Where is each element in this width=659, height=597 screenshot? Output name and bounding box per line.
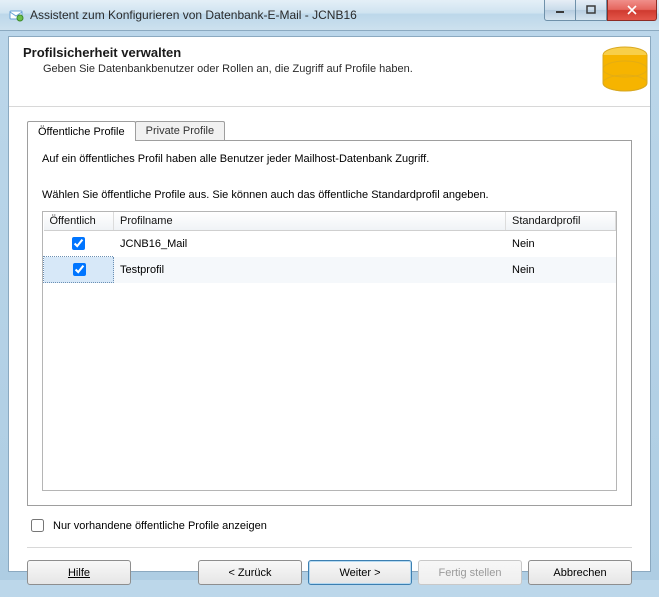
cell-public-checkbox <box>44 257 114 283</box>
cell-default-profile[interactable]: Nein <box>506 231 616 257</box>
tabs-container: Öffentliche Profile Private Profile Auf … <box>9 107 650 506</box>
page-title: Profilsicherheit verwalten <box>23 45 636 60</box>
public-checkbox[interactable] <box>73 263 86 276</box>
button-label: Weiter > <box>339 567 380 579</box>
tab-private-profiles[interactable]: Private Profile <box>135 121 225 140</box>
minimize-icon <box>555 5 565 15</box>
button-label: Fertig stellen <box>439 567 502 579</box>
profiles-table: Öffentlich Profilname Standardprofil JCN… <box>43 212 616 283</box>
window-title: Assistent zum Konfigurieren von Datenban… <box>30 8 357 22</box>
cell-public-checkbox <box>44 231 114 257</box>
cell-default-profile[interactable]: Nein <box>506 257 616 283</box>
wizard-header: Profilsicherheit verwalten Geben Sie Dat… <box>9 37 650 107</box>
wizard-client: Profilsicherheit verwalten Geben Sie Dat… <box>8 36 651 572</box>
tab-panel-public: Auf ein öffentliches Profil haben alle B… <box>27 140 632 506</box>
tab-label: Private Profile <box>146 125 214 137</box>
maximize-icon <box>586 5 596 15</box>
filter-existing-checkbox[interactable] <box>31 519 44 532</box>
app-icon <box>8 7 24 23</box>
public-description-2: Wählen Sie öffentliche Profile aus. Sie … <box>42 189 617 201</box>
button-label: Hilfe <box>68 567 90 579</box>
public-description-1: Auf ein öffentliches Profil haben alle B… <box>42 153 617 165</box>
cancel-button[interactable]: Abbrechen <box>528 560 632 585</box>
minimize-button[interactable] <box>544 0 576 21</box>
col-default-profile[interactable]: Standardprofil <box>506 212 616 231</box>
close-button[interactable] <box>607 0 657 21</box>
table-row[interactable]: JCNB16_Mail Nein <box>44 231 616 257</box>
table-row[interactable]: Testprofil Nein <box>44 257 616 283</box>
filter-existing-label: Nur vorhandene öffentliche Profile anzei… <box>53 520 267 532</box>
public-checkbox[interactable] <box>72 237 85 250</box>
maximize-button[interactable] <box>576 0 607 21</box>
button-label: < Zurück <box>228 567 271 579</box>
filter-row: Nur vorhandene öffentliche Profile anzei… <box>9 506 650 541</box>
col-profile-name[interactable]: Profilname <box>114 212 506 231</box>
tabstrip: Öffentliche Profile Private Profile <box>27 119 632 140</box>
tab-public-profiles[interactable]: Öffentliche Profile <box>27 121 136 141</box>
button-bar: Hilfe < Zurück Weiter > Fertig stellen A… <box>9 548 650 597</box>
close-icon <box>626 5 638 15</box>
cell-profile-name[interactable]: Testprofil <box>114 257 506 283</box>
window-buttons <box>544 0 659 20</box>
col-public[interactable]: Öffentlich <box>44 212 114 231</box>
titlebar: Assistent zum Konfigurieren von Datenban… <box>0 0 659 31</box>
database-icon <box>580 37 650 107</box>
back-button[interactable]: < Zurück <box>198 560 302 585</box>
help-button[interactable]: Hilfe <box>27 560 131 585</box>
page-subtitle: Geben Sie Datenbankbenutzer oder Rollen … <box>43 63 636 75</box>
next-button[interactable]: Weiter > <box>308 560 412 585</box>
finish-button: Fertig stellen <box>418 560 522 585</box>
tab-label: Öffentliche Profile <box>38 126 125 138</box>
profiles-grid[interactable]: Öffentlich Profilname Standardprofil JCN… <box>42 211 617 491</box>
cell-profile-name[interactable]: JCNB16_Mail <box>114 231 506 257</box>
button-label: Abbrechen <box>553 567 606 579</box>
